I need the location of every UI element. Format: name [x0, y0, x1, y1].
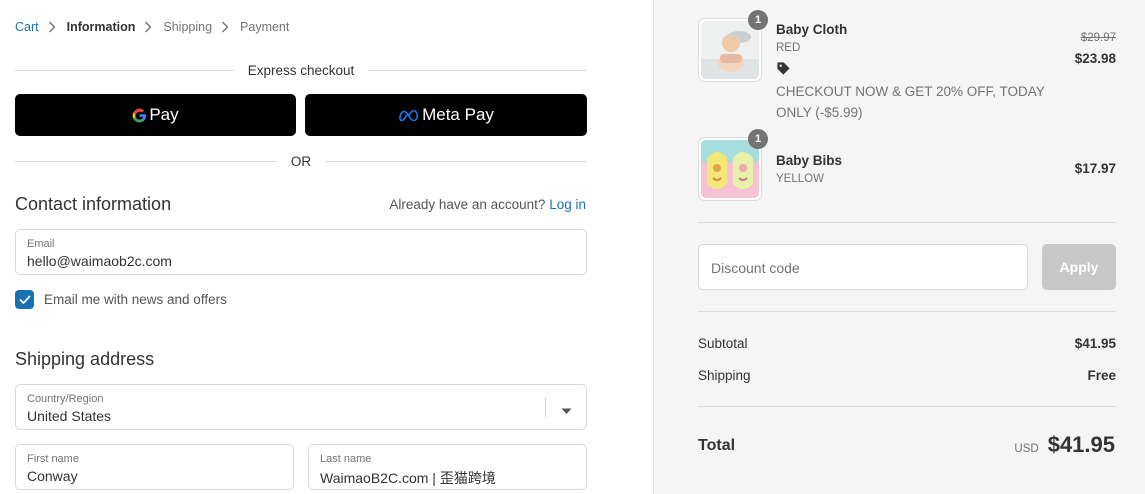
currency-code: USD — [1014, 443, 1039, 455]
order-item: 1 Baby Cloth RED CHECKOUT NOW & GET 20% … — [698, 10, 1116, 128]
chevron-right-icon — [144, 20, 154, 34]
product-thumbnail: 1 — [698, 10, 768, 82]
order-item: 1 Baby Bibs YELLOW $17.97 — [698, 129, 1116, 203]
meta-pay-label: Meta Pay — [422, 105, 494, 124]
chevron-down-icon[interactable] — [561, 402, 572, 418]
select-separator — [545, 397, 546, 418]
account-prompt: Already have an account? Log in — [389, 197, 586, 212]
chevron-right-icon — [221, 20, 231, 34]
item-name: Baby Bibs — [776, 153, 843, 168]
breadcrumb-information: Information — [66, 20, 136, 34]
email-field[interactable]: Email hello@waimaob2c.com — [15, 229, 587, 275]
express-checkout-divider: Express checkout — [15, 63, 587, 78]
shipping-row: Shipping Free — [698, 368, 1116, 383]
discount-code-placeholder: Discount code — [711, 260, 800, 276]
last-name-value[interactable]: WaimaoB2C.com | 歪猫跨境 — [320, 468, 496, 488]
subtotal-row: Subtotal $41.95 — [698, 336, 1116, 351]
divider — [698, 311, 1116, 312]
item-price: $17.97 — [1074, 161, 1116, 176]
country-select[interactable]: Country/Region United States — [15, 384, 587, 430]
account-prompt-text: Already have an account? — [389, 197, 546, 212]
contact-information-title: Contact information — [15, 194, 172, 214]
breadcrumb-cart[interactable]: Cart — [15, 20, 39, 34]
country-select-label: Country/Region — [27, 393, 104, 405]
product-thumbnail: 1 — [698, 129, 768, 201]
google-pay-button[interactable]: Pay — [15, 94, 296, 136]
total-label: Total — [698, 437, 736, 454]
first-name-field[interactable]: First name Conway — [15, 444, 294, 490]
breadcrumb-payment: Payment — [240, 20, 290, 34]
total-value: USD $41.95 — [1014, 432, 1115, 458]
subtotal-label: Subtotal — [698, 336, 748, 351]
divider — [698, 406, 1116, 407]
check-icon — [19, 295, 30, 304]
meta-pay-button[interactable]: Meta Pay — [305, 94, 587, 136]
last-name-label: Last name — [320, 453, 372, 465]
baby-bibs-image — [701, 140, 759, 198]
email-field-label: Email — [27, 238, 55, 250]
or-divider: OR — [15, 154, 587, 169]
or-label: OR — [290, 154, 312, 169]
first-name-value[interactable]: Conway — [27, 468, 78, 484]
express-checkout-title: Express checkout — [247, 63, 355, 78]
chevron-right-icon — [48, 20, 58, 34]
quantity-badge: 1 — [748, 129, 768, 149]
apply-discount-button[interactable]: Apply — [1042, 244, 1116, 290]
first-name-label: First name — [27, 453, 79, 465]
item-name: Baby Cloth — [776, 22, 848, 37]
breadcrumb: Cart Information Shipping Payment — [15, 20, 289, 34]
shipping-value: Free — [1087, 368, 1116, 383]
meta-infinity-icon — [398, 109, 420, 121]
discount-note: CHECKOUT NOW & GET 20% OFF, TODAY ONLY (… — [776, 84, 1045, 120]
item-price: $23.98 — [1074, 51, 1116, 66]
baby-cloth-image — [701, 21, 759, 79]
login-link[interactable]: Log in — [549, 197, 586, 212]
email-field-value[interactable]: hello@waimaob2c.com — [27, 253, 172, 269]
news-offers-checkbox[interactable] — [15, 290, 34, 309]
item-variant: RED — [776, 42, 801, 54]
item-variant: YELLOW — [776, 173, 824, 185]
order-summary-panel: 1 Baby Cloth RED CHECKOUT NOW & GET 20% … — [653, 0, 1145, 494]
discount-code-input[interactable]: Discount code — [698, 244, 1028, 290]
divider — [698, 222, 1116, 223]
tag-icon — [776, 61, 791, 76]
google-pay-label: Pay — [149, 105, 179, 124]
news-offers-option[interactable]: Email me with news and offers — [15, 290, 227, 309]
total-amount: $41.95 — [1047, 432, 1115, 457]
checkout-form-panel: Cart Information Shipping Payment Expres… — [0, 0, 653, 494]
google-g-icon — [132, 108, 147, 123]
breadcrumb-shipping: Shipping — [163, 20, 213, 34]
news-offers-label: Email me with news and offers — [44, 292, 227, 307]
subtotal-value: $41.95 — [1074, 336, 1116, 351]
country-select-value[interactable]: United States — [27, 408, 111, 424]
shipping-label: Shipping — [698, 368, 751, 383]
quantity-badge: 1 — [748, 10, 768, 30]
last-name-field[interactable]: Last name WaimaoB2C.com | 歪猫跨境 — [308, 444, 587, 490]
shipping-address-title: Shipping address — [15, 349, 155, 369]
item-price-original: $29.97 — [1080, 32, 1116, 44]
